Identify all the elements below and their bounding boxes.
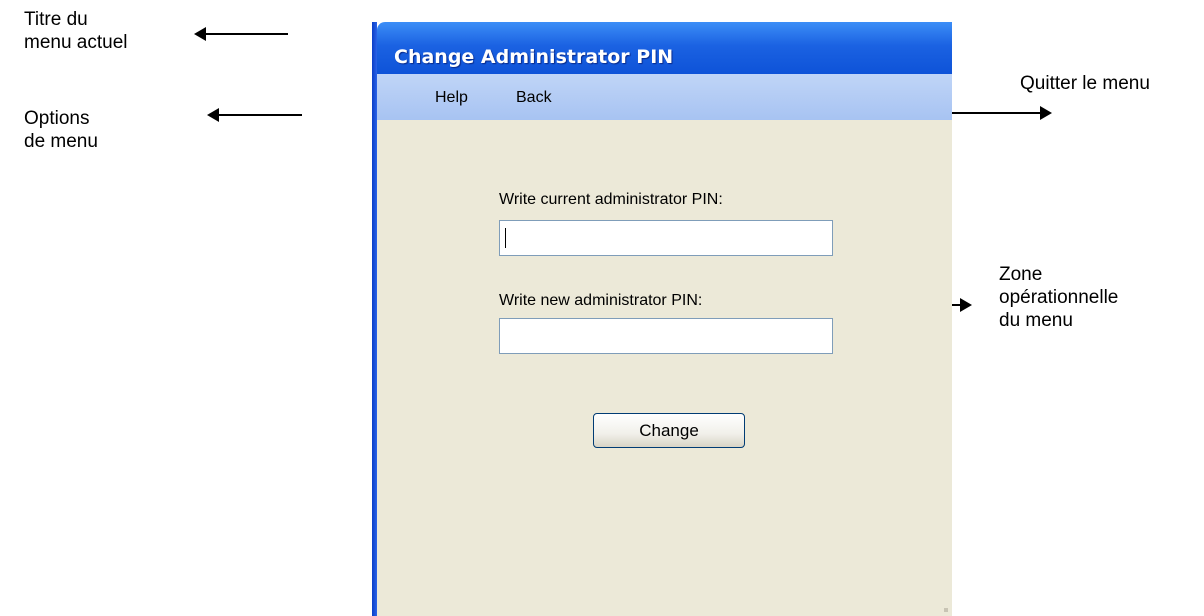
annotation-title-label: Titre du menu actuel <box>24 9 128 53</box>
annotation-zone-label: Zone opérationnelle du menu <box>999 264 1119 331</box>
new-pin-input[interactable] <box>499 318 833 354</box>
window-titlebar[interactable]: Change Administrator PIN <box>377 22 952 74</box>
menu-operational-area: Write current administrator PIN: Write n… <box>377 120 952 616</box>
menu-item-back[interactable]: Back <box>516 89 552 107</box>
arrow-left-icon <box>194 27 288 41</box>
text-caret <box>505 228 506 248</box>
window-title: Change Administrator PIN <box>394 46 674 68</box>
resize-grip-icon[interactable] <box>944 608 948 612</box>
annotation-options-label: Options de menu <box>24 108 98 152</box>
change-button[interactable]: Change <box>593 413 745 448</box>
app-window: Change Administrator PIN Help Back Write… <box>372 22 952 616</box>
current-pin-label: Write current administrator PIN: <box>499 191 723 208</box>
annotation-quit-label: Quitter le menu <box>1020 73 1150 94</box>
arrow-left-icon <box>207 108 302 122</box>
current-pin-input[interactable] <box>499 220 833 256</box>
new-pin-label: Write new administrator PIN: <box>499 292 703 309</box>
current-pin-field-wrapper <box>499 220 833 256</box>
menu-item-help[interactable]: Help <box>435 89 468 107</box>
menu-bar: Help Back <box>377 74 952 120</box>
